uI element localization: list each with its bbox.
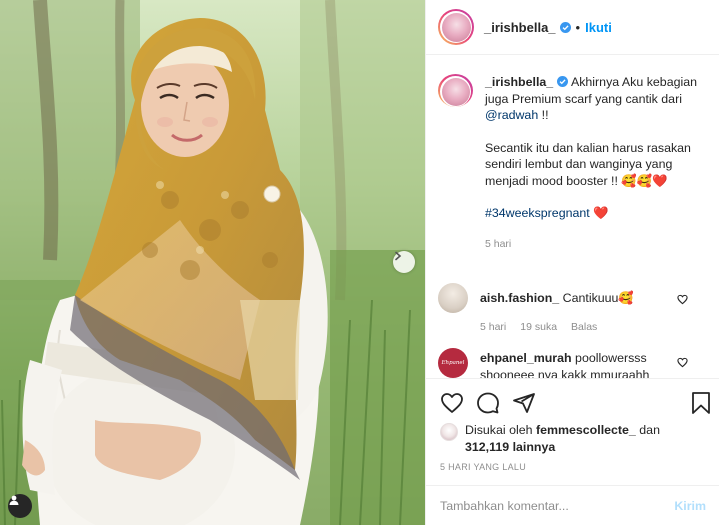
comment-like-icon[interactable] bbox=[677, 357, 688, 368]
post-actions: Disukai oleh femmescollecte_ dan 312,119… bbox=[426, 378, 719, 525]
instagram-post: _irishbella_ • Ikuti _irishbella_ Akhirn… bbox=[0, 0, 719, 525]
comment-item: aish.fashion_ Cantikuuu🥰 5 hari 19 suka … bbox=[438, 283, 708, 335]
comment-time[interactable]: 5 hari bbox=[480, 319, 506, 336]
reply-button[interactable]: Balas bbox=[571, 319, 597, 336]
post-side-panel: _irishbella_ • Ikuti _irishbella_ Akhirn… bbox=[425, 0, 719, 525]
photo-illustration bbox=[0, 0, 425, 525]
post-comment-button[interactable]: Kirim bbox=[674, 499, 706, 513]
action-icons bbox=[440, 391, 712, 417]
comment-text: Cantikuuu🥰 bbox=[562, 291, 634, 305]
verified-badge-icon bbox=[557, 76, 569, 87]
likes-middle: dan bbox=[639, 423, 660, 437]
likes-count[interactable]: 312,119 bbox=[465, 440, 509, 454]
comment-bubble-icon[interactable] bbox=[476, 391, 500, 415]
caption-username[interactable]: _irishbella_ bbox=[485, 75, 553, 89]
commenter-username[interactable]: aish.fashion_ bbox=[480, 291, 559, 305]
comment-input[interactable] bbox=[440, 499, 675, 513]
post-date[interactable]: 5 HARI YANG LALU bbox=[440, 462, 526, 472]
caption-line1-end: !! bbox=[541, 108, 549, 122]
header-separator: • bbox=[575, 19, 581, 35]
commenter-username[interactable]: ehpanel_murah bbox=[480, 351, 572, 365]
author-username[interactable]: _irishbella_ bbox=[484, 20, 556, 35]
caption-avatar[interactable] bbox=[438, 74, 473, 107]
caption-time[interactable]: 5 hari bbox=[485, 236, 708, 253]
post-caption: _irishbella_ Akhirnya Aku kebagian juga … bbox=[438, 74, 708, 252]
comment-like-icon[interactable] bbox=[677, 294, 688, 305]
commenter-avatar[interactable]: Ehpanel bbox=[438, 348, 468, 378]
hashtag-link[interactable]: #34weekspregnant bbox=[485, 206, 590, 220]
mention-link[interactable]: @radwah bbox=[485, 108, 538, 122]
like-heart-icon[interactable] bbox=[440, 391, 464, 415]
post-header: _irishbella_ • Ikuti bbox=[426, 0, 719, 55]
chevron-right-icon bbox=[395, 251, 402, 261]
verified-badge-icon bbox=[559, 21, 571, 33]
next-photo-button[interactable] bbox=[393, 251, 415, 273]
hashtag-emoji: ❤️ bbox=[593, 206, 609, 220]
likes-summary: Disukai oleh femmescollecte_ dan 312,119… bbox=[440, 422, 710, 455]
caption-line2: Secantik itu dan kalian harus rasakan se… bbox=[485, 140, 691, 188]
commenter-avatar-text: Ehpanel bbox=[441, 360, 465, 366]
save-bookmark-icon[interactable] bbox=[690, 391, 712, 415]
comments-section[interactable]: _irishbella_ Akhirnya Aku kebagian juga … bbox=[426, 56, 719, 378]
add-comment-bar: Kirim bbox=[426, 485, 719, 525]
author-avatar[interactable] bbox=[438, 9, 474, 45]
liker-username[interactable]: femmescollecte_ bbox=[536, 423, 636, 437]
follow-button[interactable]: Ikuti bbox=[585, 20, 612, 35]
likes-prefix: Disukai oleh bbox=[465, 423, 533, 437]
tagged-users-button[interactable] bbox=[8, 494, 32, 518]
commenter-avatar[interactable] bbox=[438, 283, 468, 313]
comment-likes[interactable]: 19 suka bbox=[520, 319, 557, 336]
comment-item: Ehpanel ehpanel_murah poollowersss shoon… bbox=[438, 348, 708, 378]
liker-avatar[interactable] bbox=[440, 423, 458, 441]
share-send-icon[interactable] bbox=[512, 391, 536, 415]
likes-suffix[interactable]: lainnya bbox=[513, 440, 556, 454]
user-icon bbox=[9, 495, 19, 505]
caption-text: _irishbella_ Akhirnya Aku kebagian juga … bbox=[485, 74, 708, 252]
post-photo[interactable] bbox=[0, 0, 425, 525]
